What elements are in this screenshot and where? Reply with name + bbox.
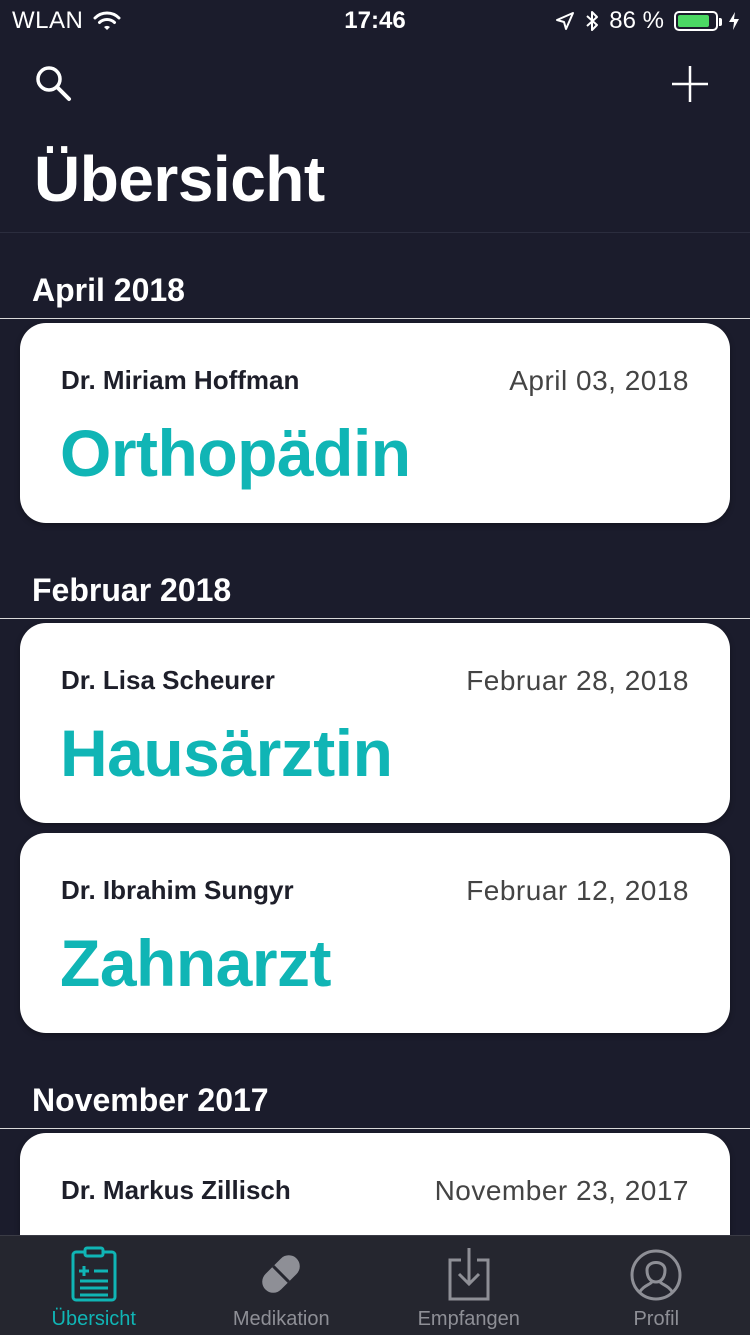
- section-title: November 2017: [32, 1082, 269, 1119]
- location-arrow-icon: [555, 11, 575, 31]
- appointment-date: Februar 12, 2018: [466, 875, 689, 907]
- tab-medikation[interactable]: Medikation: [188, 1236, 376, 1335]
- tab-label: Medikation: [188, 1308, 376, 1331]
- section-header: Februar 2018: [0, 559, 750, 619]
- status-bar: WLAN 17:46 86 %: [0, 0, 750, 40]
- section-header: November 2017: [0, 1069, 750, 1129]
- battery-level: [678, 15, 709, 27]
- charging-bolt-icon: [728, 11, 740, 31]
- nav-header: Übersicht: [0, 40, 750, 232]
- appointment-date: Februar 28, 2018: [466, 665, 689, 697]
- appointment-card[interactable]: Dr. Ibrahim Sungyr Februar 12, 2018 Zahn…: [20, 833, 730, 1033]
- section-divider: [0, 318, 750, 319]
- appointment-list[interactable]: April 2018 Dr. Miriam Hoffman April 03, …: [0, 233, 750, 1235]
- section-divider: [0, 618, 750, 619]
- tab-empfangen[interactable]: Empfangen: [375, 1236, 563, 1335]
- appointment-card[interactable]: Dr. Markus Zillisch November 23, 2017: [20, 1133, 730, 1235]
- appointment-card[interactable]: Dr. Miriam Hoffman April 03, 2018 Orthop…: [20, 323, 730, 523]
- section-title: April 2018: [32, 272, 185, 309]
- doctor-name: Dr. Markus Zillisch: [61, 1175, 291, 1206]
- pill-icon: [255, 1248, 307, 1300]
- doctor-name: Dr. Miriam Hoffman: [61, 365, 299, 396]
- doctor-name: Dr. Lisa Scheurer: [61, 665, 275, 696]
- inbox-download-icon: [447, 1246, 491, 1302]
- appointment-date: November 23, 2017: [435, 1175, 689, 1207]
- page-title: Übersicht: [34, 142, 325, 216]
- specialty: Orthopädin: [60, 415, 411, 491]
- specialty: Zahnarzt: [60, 925, 331, 1001]
- tab-uebersicht[interactable]: Übersicht: [0, 1236, 188, 1335]
- section-header: April 2018: [0, 233, 750, 319]
- tab-bar: Übersicht Medikation Empfangen Profil: [0, 1235, 750, 1335]
- tab-label: Profil: [563, 1308, 750, 1331]
- tab-label: Übersicht: [0, 1308, 188, 1331]
- appointment-date: April 03, 2018: [509, 365, 689, 397]
- plus-icon[interactable]: [670, 64, 710, 104]
- bluetooth-icon: [585, 9, 599, 33]
- doctor-name: Dr. Ibrahim Sungyr: [61, 875, 294, 906]
- specialty: Hausärztin: [60, 715, 392, 791]
- tab-profil[interactable]: Profil: [563, 1236, 750, 1335]
- search-icon[interactable]: [34, 64, 74, 104]
- status-right: 86 %: [555, 7, 740, 35]
- tab-label: Empfangen: [375, 1308, 563, 1331]
- battery-percent: 86 %: [609, 7, 664, 35]
- appointment-card[interactable]: Dr. Lisa Scheurer Februar 28, 2018 Hausä…: [20, 623, 730, 823]
- section-title: Februar 2018: [32, 572, 231, 609]
- clipboard-icon: [70, 1246, 118, 1302]
- battery-icon: [674, 11, 718, 31]
- person-icon: [629, 1248, 683, 1302]
- section-divider: [0, 1128, 750, 1129]
